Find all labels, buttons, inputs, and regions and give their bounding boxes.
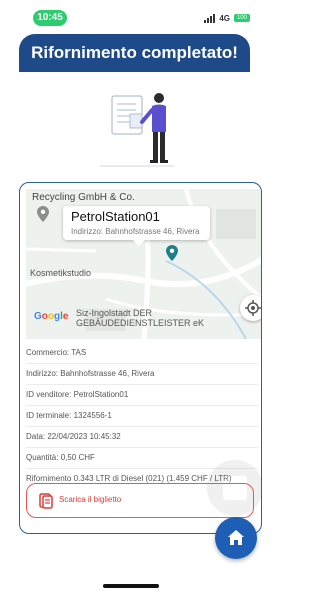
home-icon [228, 530, 244, 545]
map-pin-icon [37, 206, 49, 227]
ticket-icon [39, 493, 53, 514]
status-indicators: 4G 100 [204, 12, 250, 24]
station-callout: PetrolStation01 Indirizzo: Bahnhofstrass… [63, 206, 210, 246]
home-indicator[interactable] [103, 584, 159, 588]
home-button[interactable] [215, 517, 257, 559]
detail-id-venditore: ID venditore: PetrolStation01 [26, 384, 258, 406]
map-label: Recycling GmbH & Co. [32, 192, 135, 203]
detail-id-terminale: ID terminale: 1324556-1 [26, 405, 258, 427]
detail-commercio: Commercio: TAS [26, 342, 258, 364]
station-map[interactable]: Recycling GmbH & Co. Kosmetikstudio Petr… [26, 189, 261, 339]
battery-level: 100 [236, 15, 247, 21]
callout-title: PetrolStation01 [71, 209, 160, 224]
status-bar: 10:45 4G 100 [0, 0, 262, 32]
download-label: Scarica il biglietto [59, 495, 122, 504]
map-poi-label: Siz-Ingolstadt DER GEBÄUDEDIENSTLEISTER … [76, 308, 205, 328]
page-title: Rifornimento completato! [19, 34, 250, 72]
detail-data: Data: 22/04/2023 10:45:32 [26, 426, 258, 448]
station-pin-icon[interactable] [166, 245, 178, 266]
locate-button[interactable] [240, 295, 261, 321]
locate-icon [245, 300, 261, 316]
detail-indirizzo: Indirizzo: Bahnhofstrasse 46, Rivera [26, 363, 258, 385]
map-label: Kosmetikstudio [30, 268, 92, 278]
google-logo: Google [34, 311, 69, 322]
signal-icon [204, 13, 216, 23]
refuel-summary-card: Recycling GmbH & Co. Kosmetikstudio Petr… [19, 182, 262, 534]
callout-address: Indirizzo: Bahnhofstrasse 46, Rivera [71, 227, 200, 236]
status-time: 10:45 [33, 10, 67, 26]
battery-icon: 100 [234, 14, 250, 22]
network-type: 4G [219, 13, 230, 23]
download-ticket-button[interactable]: Scarica il biglietto [26, 483, 254, 518]
receipt-illustration [92, 84, 182, 170]
